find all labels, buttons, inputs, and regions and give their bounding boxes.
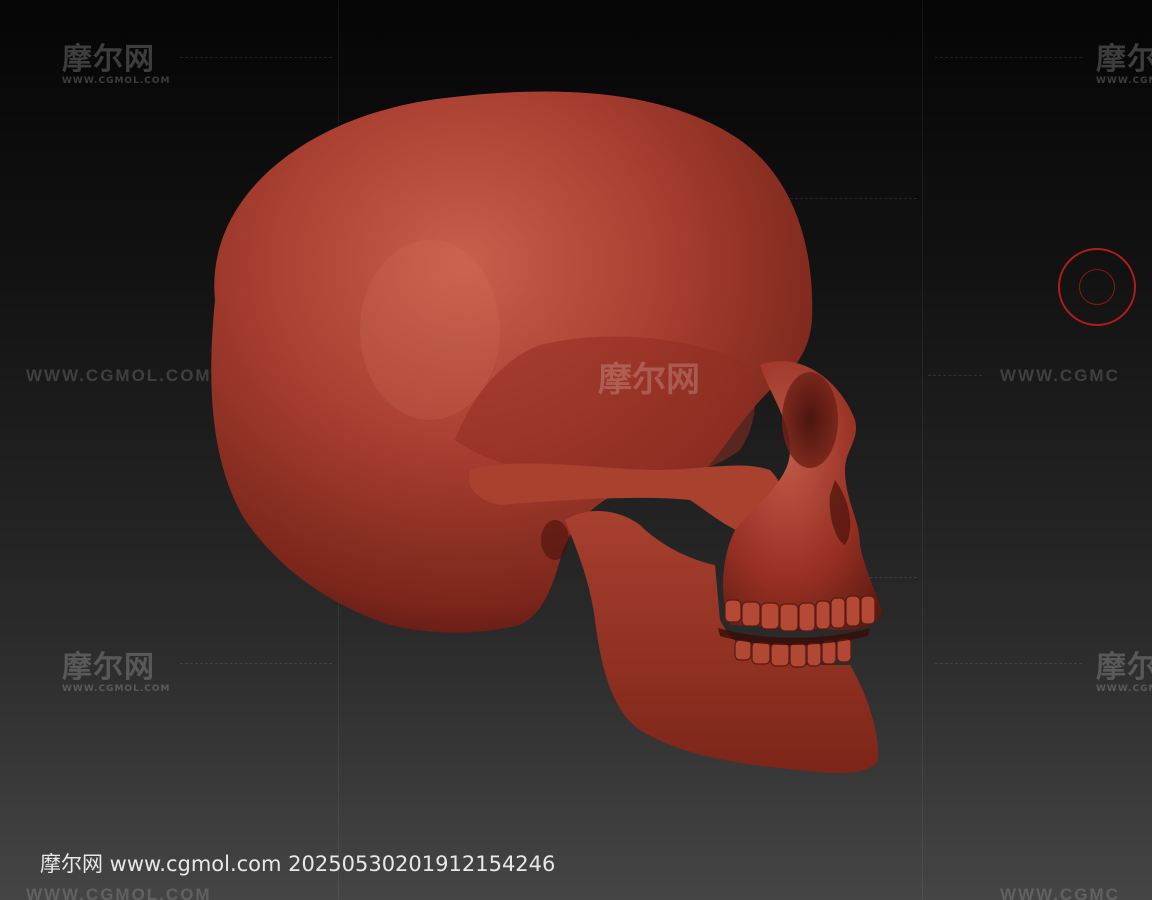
skull-model[interactable] xyxy=(0,0,1152,900)
zbrush-viewport[interactable]: 摩尔网 WWW.CGMOL.COM 摩尔 WWW.CGMOL.COM 摩尔网 W… xyxy=(0,0,1152,900)
skull-ear-opening xyxy=(541,520,569,560)
watermark-center: 摩尔网 xyxy=(598,360,700,400)
target-inner-ring xyxy=(1079,269,1115,305)
skull-eye-socket xyxy=(782,372,838,468)
image-caption: 摩尔网 www.cgmol.com 20250530201912154246 xyxy=(40,852,556,876)
skull-highlight xyxy=(360,240,500,420)
transpose-target-icon[interactable] xyxy=(1058,248,1136,326)
